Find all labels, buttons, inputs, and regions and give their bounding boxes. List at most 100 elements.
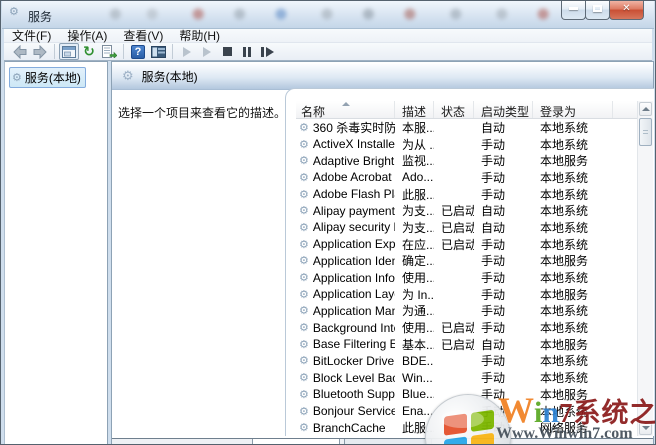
export-list-icon[interactable] <box>99 43 119 60</box>
service-startup-type: 手动 <box>481 354 506 369</box>
service-startup-type: 手动 <box>481 387 506 402</box>
scroll-down-button[interactable] <box>639 421 652 435</box>
table-row[interactable]: ⚙Application Man... 为通... 手动 本地系统 <box>296 303 637 320</box>
service-description: 本服... <box>402 120 434 135</box>
stop-service-icon[interactable] <box>217 43 237 60</box>
service-gear-icon: ⚙ <box>299 354 309 368</box>
menu-action[interactable]: 操作(A) <box>59 29 115 43</box>
menu-help[interactable]: 帮助(H) <box>171 29 228 43</box>
console-tree-pane: ⚙ 服务(本地) <box>4 61 108 444</box>
service-logon-as: 本地系统 <box>540 371 589 386</box>
table-row[interactable]: ⚙Block Level Back... Win... 手动 本地系统 <box>296 369 637 386</box>
service-gear-icon: ⚙ <box>299 304 309 318</box>
tab-standard[interactable] <box>344 439 432 444</box>
column-header-description[interactable]: 描述 <box>395 101 434 119</box>
service-gear-icon: ⚙ <box>299 170 309 184</box>
vertical-scrollbar[interactable] <box>637 101 653 436</box>
service-startup-type: 手动 <box>481 271 506 286</box>
service-gear-icon: ⚙ <box>299 237 309 251</box>
pause-service-icon[interactable] <box>237 43 257 60</box>
toolbar-separator <box>172 44 173 59</box>
table-row[interactable]: ⚙Adobe Flash Pla... 此服... 手动 本地系统 <box>296 186 637 203</box>
scrollbar-thumb[interactable] <box>639 118 652 146</box>
table-row[interactable]: ⚙Application Iden... 确定... 手动 本地服务 <box>296 253 637 270</box>
service-logon-as: 本地系统 <box>540 170 589 185</box>
column-header-logon-as[interactable]: 登录为 <box>533 101 613 119</box>
service-logon-as: 本地系统 <box>540 204 589 219</box>
service-startup-type: 手动 <box>481 404 506 419</box>
service-name: Adobe Acrobat ... <box>312 170 395 185</box>
service-startup-type: 手动 <box>481 154 506 169</box>
back-icon[interactable] <box>10 43 30 60</box>
service-name: Application Iden... <box>312 253 395 268</box>
service-gear-icon: ⚙ <box>299 421 309 435</box>
restart-service-icon[interactable] <box>257 43 277 60</box>
service-startup-type: 手动 <box>481 321 506 336</box>
tab-extended[interactable] <box>252 439 340 444</box>
service-startup-type: 手动 <box>481 421 506 436</box>
table-row[interactable]: ⚙Base Filtering En... 基本... 已启动 自动 本地服务 <box>296 336 637 353</box>
column-header-name[interactable]: 名称 <box>296 101 395 119</box>
scroll-up-button[interactable] <box>639 102 652 116</box>
service-startup-type: 自动 <box>481 220 506 235</box>
toolbar: ↻ ? <box>4 43 652 61</box>
start-service-icon[interactable] <box>177 43 197 60</box>
table-row[interactable]: ⚙360 杀毒实时防护... 本服... 自动 本地系统 <box>296 119 637 136</box>
menu-view[interactable]: 查看(V) <box>115 29 171 43</box>
service-gear-icon: ⚙ <box>299 271 309 285</box>
table-row[interactable]: ⚙ActiveX Installer ... 为从 ... 手动 本地系统 <box>296 136 637 153</box>
table-row[interactable]: ⚙Application Expe... 在应... 已启动 手动 本地系统 <box>296 236 637 253</box>
description-hint: 选择一个项目来查看它的描述。 <box>118 106 287 120</box>
service-gear-icon: ⚙ <box>299 337 309 351</box>
resume-service-icon[interactable] <box>197 43 217 60</box>
table-row[interactable]: ⚙Application Infor... 使用... 手动 本地系统 <box>296 269 637 286</box>
service-gear-icon: ⚙ <box>299 371 309 385</box>
service-name: Application Man... <box>312 303 395 318</box>
table-row[interactable]: ⚙ Bonjour Service Ena... 手动 本地系统 <box>296 403 637 420</box>
table-row[interactable]: ⚙ BranchCache 此服... 手动 网络服务 <box>296 419 637 436</box>
table-row[interactable]: ⚙BitLocker Drive ... BDE... 手动 本地系统 <box>296 353 637 370</box>
service-startup-type: 手动 <box>481 137 506 152</box>
menu-file[interactable]: 文件(F) <box>4 29 59 43</box>
forward-icon[interactable] <box>30 43 50 60</box>
service-name: ActiveX Installer ... <box>312 137 395 152</box>
service-name: Alipay payment ... <box>312 203 395 218</box>
service-logon-as: 本地系统 <box>540 237 589 252</box>
table-row[interactable]: ⚙Background Inte... 使用... 已启动 手动 本地系统 <box>296 319 637 336</box>
service-name: 360 杀毒实时防护... <box>312 120 395 135</box>
table-row[interactable]: ⚙Alipay payment ... 为支... 已启动 自动 本地系统 <box>296 202 637 219</box>
refresh-icon[interactable]: ↻ <box>79 43 99 60</box>
service-startup-type: 手动 <box>481 371 506 386</box>
titlebar[interactable]: ⚙ 服务 ✕ <box>2 1 654 29</box>
service-description: 基本... <box>402 337 434 352</box>
service-gear-icon: ⚙ <box>299 154 309 168</box>
toolbar-separator <box>54 44 55 59</box>
maximize-button[interactable] <box>585 1 610 20</box>
service-name: Application Laye... <box>312 287 395 302</box>
service-gear-icon: ⚙ <box>299 120 309 134</box>
column-header-status[interactable]: 状态 <box>434 101 474 119</box>
service-logon-as: 本地系统 <box>540 220 589 235</box>
table-row[interactable]: ⚙Adaptive Brightn... 监视... 手动 本地服务 <box>296 152 637 169</box>
table-row[interactable]: ⚙Adobe Acrobat ... Ado... 手动 本地系统 <box>296 169 637 186</box>
service-gear-icon: ⚙ <box>299 254 309 268</box>
service-description: 确定... <box>402 254 434 269</box>
table-row[interactable]: ⚙Application Laye... 为 In... 手动 本地服务 <box>296 286 637 303</box>
service-startup-type: 自动 <box>481 337 506 352</box>
table-row[interactable]: ⚙Bluetooth Supp... Blue... 手动 本地服务 <box>296 386 637 403</box>
service-description: 此服... <box>402 187 434 202</box>
services-list-card: 名称 描述 状态 启动类型 登录为 ⚙360 杀毒实时防护... 本服... 自… <box>285 88 654 436</box>
table-row[interactable]: ⚙Alipay security b... 为支... 已启动 自动 本地系统 <box>296 219 637 236</box>
service-logon-as: 本地系统 <box>540 137 589 152</box>
service-description: 为通... <box>402 304 434 319</box>
minimize-button[interactable] <box>561 1 586 20</box>
help-icon[interactable]: ? <box>128 43 148 60</box>
column-header-startup-type[interactable]: 启动类型 <box>474 101 533 119</box>
close-button[interactable]: ✕ <box>609 1 644 20</box>
service-logon-as: 网络服务 <box>540 421 589 436</box>
show-tree-icon[interactable] <box>148 43 168 60</box>
sidebar-item-services-local[interactable]: ⚙ 服务(本地) <box>9 67 86 88</box>
service-gear-icon: ⚙ <box>299 387 309 401</box>
service-name: Adaptive Brightn... <box>312 153 395 168</box>
console-window-icon[interactable] <box>59 43 79 60</box>
